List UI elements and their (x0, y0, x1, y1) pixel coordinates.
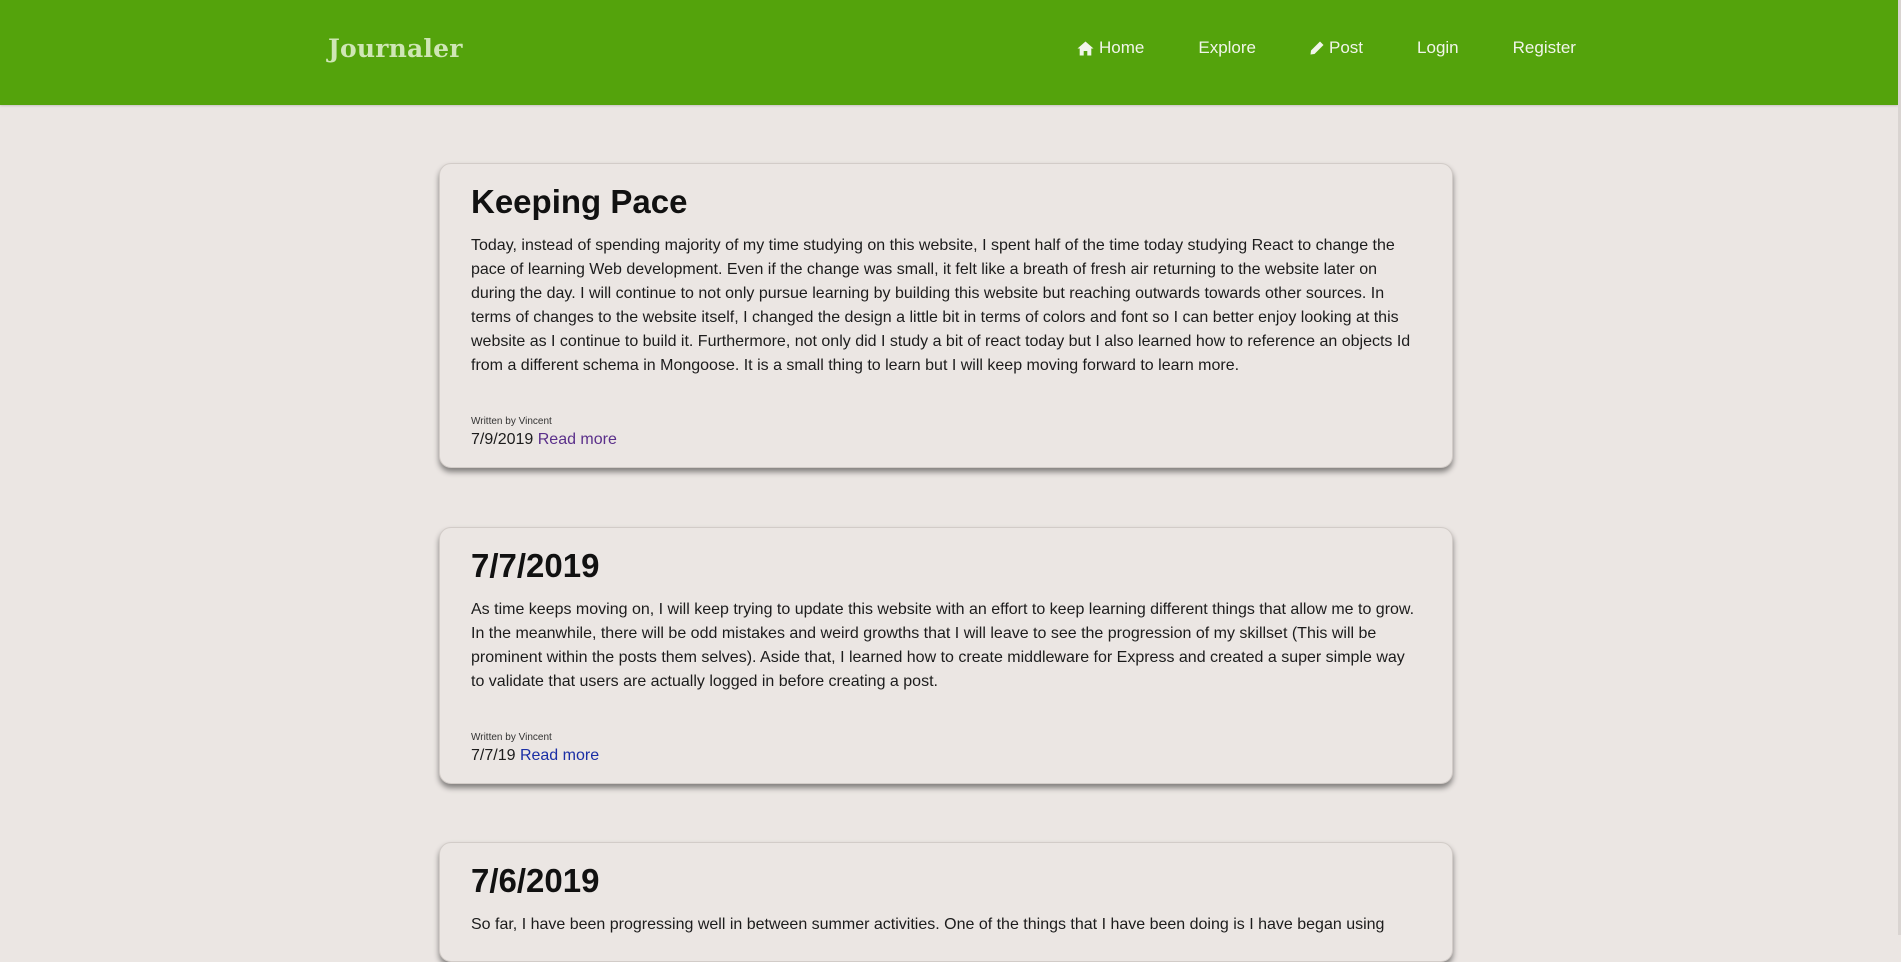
post-title: 7/6/2019 (471, 862, 600, 899)
nav-link-home-label: Home (1099, 38, 1145, 57)
post-date: 7/9/2019 (471, 430, 534, 448)
post-meta: 7/7/19 Read more (471, 747, 1421, 765)
nav-link-login[interactable]: Login (1417, 38, 1459, 58)
nav-link-explore[interactable]: Explore (1198, 38, 1256, 58)
brand-logo[interactable]: Journaler (328, 34, 463, 63)
home-icon (1077, 41, 1094, 56)
post-card: 7/7/2019 As time keeps moving on, I will… (439, 527, 1453, 784)
post-meta: 7/9/2019 Read more (471, 431, 1421, 449)
post-body: So far, I have been progressing well in … (471, 915, 1385, 933)
nav-link-post-label: Post (1329, 38, 1364, 57)
nav-link-login-label: Login (1417, 38, 1459, 57)
pencil-icon (1310, 41, 1324, 55)
nav-links: Home Explore Post Login Register (1077, 38, 1576, 58)
post-body: Today, instead of spending majority of m… (471, 236, 1411, 374)
post-title: 7/7/2019 (471, 547, 600, 584)
navbar: Journaler Home Explore Post Login Regist… (0, 0, 1898, 105)
post-card: Keeping Pace Today, instead of spending … (439, 163, 1453, 468)
read-more-link[interactable]: Read more (520, 747, 599, 764)
post-byline: Written by Vincent (471, 415, 552, 427)
post-date: 7/7/19 (471, 746, 516, 764)
nav-link-post[interactable]: Post (1310, 38, 1363, 58)
nav-link-home[interactable]: Home (1077, 38, 1144, 58)
nav-link-register[interactable]: Register (1513, 38, 1576, 58)
post-body: As time keeps moving on, I will keep try… (471, 600, 1415, 690)
post-title: Keeping Pace (471, 183, 688, 220)
nav-link-explore-label: Explore (1198, 38, 1256, 57)
nav-link-register-label: Register (1512, 38, 1576, 57)
read-more-link[interactable]: Read more (538, 431, 617, 448)
post-card: 7/6/2019 So far, I have been progressing… (439, 842, 1453, 962)
post-byline: Written by Vincent (471, 731, 552, 743)
